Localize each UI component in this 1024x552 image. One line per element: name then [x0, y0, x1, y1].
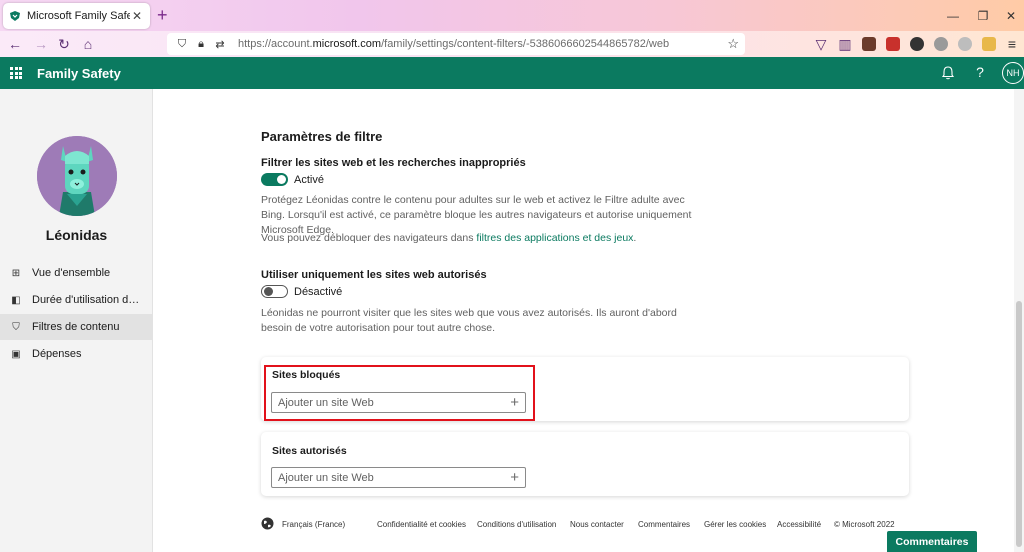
sidebar-item-label: Vue d'ensemble — [32, 267, 111, 279]
add-allowed-site-icon[interactable]: + — [510, 469, 519, 487]
tab-title: Microsoft Family Safety — [27, 10, 130, 22]
reload-icon[interactable]: ↻ — [55, 35, 73, 53]
menu-icon[interactable]: ≡ — [1003, 35, 1021, 53]
unblock-browsers-text: Vous pouvez débloquer des navigateurs da… — [261, 232, 637, 244]
back-icon[interactable]: ← — [6, 35, 24, 53]
allowed-only-heading: Utiliser uniquement les sites web autori… — [261, 269, 487, 281]
extension-icon[interactable] — [958, 37, 972, 51]
allowed-only-toggle-label: Désactivé — [294, 286, 343, 298]
footer-copyright: © Microsoft 2022 — [834, 520, 895, 529]
lock-icon[interactable]: 🔒︎ — [194, 37, 208, 51]
child-avatar — [37, 136, 117, 216]
sidebar-item-screen-time[interactable]: ◧ Durée d'utilisation des a... — [0, 287, 153, 313]
footer-link-contact[interactable]: Nous contacter — [570, 520, 624, 529]
footer-link-accessibility[interactable]: Accessibilité — [777, 520, 821, 529]
sidebar-item-content-filters[interactable]: ⛉ Filtres de contenu — [0, 314, 153, 340]
browser-tab[interactable]: Microsoft Family Safety ✕ — [3, 3, 150, 29]
account-avatar[interactable]: NH — [1002, 62, 1024, 84]
new-tab-button[interactable]: + — [157, 5, 168, 25]
app-header: Family Safety ? NH — [0, 57, 1024, 89]
toggle-knob — [264, 287, 273, 296]
allowed-only-toggle[interactable] — [261, 285, 288, 298]
allowed-site-placeholder: Ajouter un site Web — [278, 471, 374, 484]
restore-button[interactable]: ❐ — [968, 0, 998, 31]
filter-toggle[interactable] — [261, 173, 288, 186]
extension-icon[interactable] — [862, 37, 876, 51]
overview-icon: ⊞ — [11, 267, 21, 279]
tab-close-icon[interactable]: ✕ — [130, 9, 144, 23]
footer-link-feedback[interactable]: Commentaires — [638, 520, 690, 529]
scrollbar-thumb[interactable] — [1016, 301, 1022, 547]
browser-tab-strip: Microsoft Family Safety ✕ + — ❐ ✕ — [0, 0, 1024, 31]
footer-link-manage-cookies[interactable]: Gérer les cookies — [704, 520, 766, 529]
close-window-button[interactable]: ✕ — [996, 0, 1024, 31]
allowed-only-description: Léonidas ne pourront visiter que les sit… — [261, 307, 677, 334]
sidebar-icon[interactable]: ▥ — [836, 35, 854, 53]
spending-icon: ▣ — [11, 348, 21, 360]
extension-icon[interactable] — [982, 37, 996, 51]
llama-avatar-icon — [37, 136, 117, 216]
bookmark-star-icon[interactable]: ☆ — [727, 36, 739, 52]
feedback-button[interactable]: Commentaires — [887, 531, 977, 552]
globe-icon[interactable] — [261, 517, 274, 530]
sidebar-item-label: Filtres de contenu — [32, 321, 120, 333]
help-icon[interactable]: ? — [972, 64, 988, 80]
pocket-icon[interactable]: ▽ — [812, 35, 830, 53]
notifications-bell-icon[interactable] — [940, 65, 956, 81]
extension-icon[interactable] — [934, 37, 948, 51]
url-text[interactable]: https://account.microsoft.com/family/set… — [238, 38, 669, 50]
sidebar-item-label: Dépenses — [32, 348, 82, 360]
sidebar: Léonidas ⊞ Vue d'ensemble ◧ Durée d'util… — [0, 89, 153, 552]
family-safety-favicon-icon — [10, 11, 20, 21]
filter-toggle-label: Activé — [294, 174, 324, 186]
app-launcher-icon[interactable] — [10, 67, 22, 79]
allowed-sites-title: Sites autorisés — [272, 445, 347, 457]
extension-icon[interactable] — [910, 37, 924, 51]
sidebar-item-overview[interactable]: ⊞ Vue d'ensemble — [0, 260, 153, 286]
forward-icon[interactable]: → — [32, 35, 50, 53]
extension-badge-icon[interactable] — [886, 37, 900, 51]
language-selector[interactable]: Français (France) — [282, 520, 345, 529]
footer-link-terms[interactable]: Conditions d'utilisation — [477, 520, 556, 529]
toggle-knob — [277, 175, 286, 184]
permissions-icon[interactable]: ⇄ — [213, 37, 227, 51]
footer-link-privacy[interactable]: Confidentialité et cookies — [377, 520, 466, 529]
apps-games-filters-link[interactable]: filtres des applications et des jeux — [476, 232, 633, 244]
screen-time-icon: ◧ — [11, 294, 21, 306]
address-bar[interactable]: ⛉ 🔒︎ ⇄ https://account.microsoft.com/fam… — [167, 33, 745, 55]
app-title[interactable]: Family Safety — [37, 66, 121, 81]
allowed-site-input[interactable]: Ajouter un site Web + — [271, 467, 526, 488]
page-scrollbar[interactable] — [1014, 89, 1024, 552]
sidebar-item-spending[interactable]: ▣ Dépenses — [0, 341, 153, 367]
filter-heading: Filtrer les sites web et les recherches … — [261, 157, 526, 169]
sidebar-item-label: Durée d'utilisation des a... — [32, 294, 144, 306]
page-title: Paramètres de filtre — [261, 129, 383, 144]
child-name: Léonidas — [45, 227, 108, 243]
browser-navbar: ← → ↻ ⌂ ⛉ 🔒︎ ⇄ https://account.microsoft… — [0, 31, 1024, 57]
home-icon[interactable]: ⌂ — [79, 35, 97, 53]
highlight-box — [264, 365, 535, 421]
allowed-sites-card: Sites autorisés Ajouter un site Web + — [261, 432, 909, 496]
minimize-button[interactable]: — — [938, 0, 968, 31]
shield-icon: ⛉ — [12, 321, 20, 333]
tracking-shield-icon[interactable]: ⛉ — [175, 37, 189, 51]
